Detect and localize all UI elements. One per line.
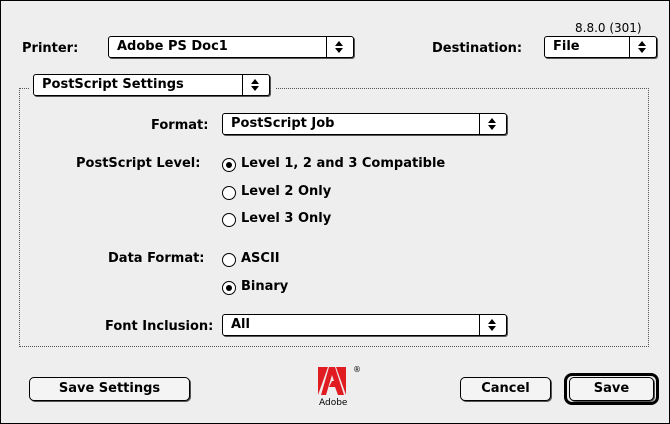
destination-label: Destination: — [432, 41, 523, 56]
printer-label: Printer: — [22, 41, 79, 56]
radio-unselected-icon — [222, 186, 236, 200]
printer-value: Adobe PS Doc1 — [117, 39, 228, 54]
print-dialog: 8.8.0 (301) Printer: Adobe PS Doc1 Desti… — [0, 0, 670, 424]
radio-unselected-icon — [222, 213, 236, 227]
cancel-button[interactable]: Cancel — [460, 377, 551, 401]
adobe-logo: ® Adobe — [314, 365, 361, 413]
radio-selected-icon — [222, 158, 236, 172]
popup-arrows-icon — [479, 315, 506, 335]
radio-label: Level 2 Only — [241, 184, 332, 199]
popup-arrows-icon — [629, 37, 656, 57]
popup-arrows-icon — [242, 75, 269, 95]
save-settings-button[interactable]: Save Settings — [29, 377, 190, 401]
version-label: 8.8.0 (301) — [575, 21, 642, 35]
radio-unselected-icon — [222, 253, 236, 267]
radio-label: Binary — [241, 279, 289, 294]
font-inclusion-value: All — [231, 317, 250, 332]
registered-mark: ® — [353, 365, 361, 374]
font-inclusion-label: Font Inclusion: — [105, 319, 214, 334]
popup-arrows-icon — [326, 37, 353, 57]
radio-label: Level 3 Only — [241, 211, 332, 226]
format-value: PostScript Job — [231, 116, 335, 131]
format-popup[interactable]: PostScript Job — [222, 113, 507, 135]
panel-selector-popup[interactable]: PostScript Settings — [33, 74, 270, 96]
format-label: Format: — [151, 118, 209, 133]
data-format-label: Data Format: — [108, 251, 205, 266]
destination-value: File — [553, 39, 580, 54]
save-button[interactable]: Save — [569, 377, 654, 401]
adobe-wordmark: Adobe — [319, 398, 348, 408]
panel-selector-value: PostScript Settings — [42, 77, 184, 92]
destination-popup[interactable]: File — [544, 36, 657, 58]
printer-popup[interactable]: Adobe PS Doc1 — [108, 36, 354, 58]
popup-arrows-icon — [479, 114, 506, 134]
radio-label: Level 1, 2 and 3 Compatible — [241, 156, 446, 171]
radio-selected-icon — [222, 281, 236, 295]
radio-label: ASCII — [241, 251, 280, 266]
postscript-level-label: PostScript Level: — [76, 156, 201, 171]
font-inclusion-popup[interactable]: All — [222, 314, 507, 336]
